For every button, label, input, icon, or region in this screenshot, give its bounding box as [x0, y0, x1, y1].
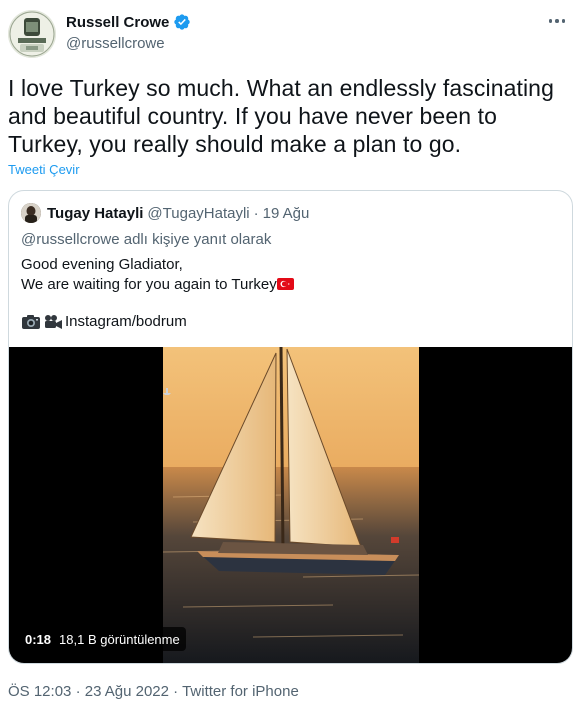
- instagram-handle-text: Instagram/bodrum: [65, 313, 187, 330]
- quote-text-line1: Good evening Gladiator,: [21, 256, 183, 273]
- camera-icon: [21, 314, 41, 330]
- quote-text: Good evening Gladiator, We are waiting f…: [21, 255, 294, 295]
- reply-context: @russellcrowe adlı kişiye yanıt olarak: [21, 231, 272, 248]
- video-views: 18,1 B görüntülenme: [59, 631, 180, 647]
- quote-author-avatar: [21, 203, 41, 223]
- video-player[interactable]: 0:18 18,1 B görüntülenme: [9, 347, 572, 663]
- tweet-header: Russell Crowe @russellcrowe: [0, 0, 578, 64]
- quoted-tweet[interactable]: Tugay Hatayli @TugayHatayli · 19 Ağu @ru…: [8, 190, 573, 664]
- author-display-name[interactable]: Russell Crowe: [66, 14, 169, 31]
- meta-separator: ·: [75, 683, 81, 700]
- tweet-source[interactable]: Twitter for iPhone: [182, 683, 299, 700]
- quote-instagram-line: Instagram/bodrum: [21, 313, 187, 330]
- translate-tweet-link[interactable]: Tweeti Çevir: [8, 162, 80, 177]
- turkey-flag-icon: [276, 276, 294, 290]
- quote-separator: ·: [253, 204, 259, 222]
- quote-date: 19 Ağu: [262, 204, 310, 222]
- distant-boat-icon: [163, 388, 171, 395]
- tweet-date[interactable]: 23 Ağu 2022: [85, 683, 169, 700]
- quote-author-name: Tugay Hatayli: [47, 204, 144, 222]
- author-avatar[interactable]: [8, 10, 56, 58]
- tweet-metadata: ÖS 12:03 · 23 Ağu 2022 · Twitter for iPh…: [8, 683, 299, 700]
- author-handle[interactable]: @russellcrowe: [66, 35, 165, 52]
- more-options-icon[interactable]: [546, 14, 568, 28]
- video-thumbnail[interactable]: [163, 347, 419, 663]
- tweet-time[interactable]: ÖS 12:03: [8, 683, 71, 700]
- quote-text-line2: We are waiting for you again to Turkey: [21, 276, 277, 293]
- tweet-text: I love Turkey so much. What an endlessly…: [8, 75, 554, 157]
- quote-author-handle: @TugayHatayli: [147, 204, 250, 222]
- meta-separator: ·: [173, 683, 179, 700]
- video-info-badge: 0:18 18,1 B görüntülenme: [19, 627, 186, 651]
- verified-badge-icon: [173, 13, 191, 31]
- movie-camera-icon: [43, 314, 63, 330]
- video-duration: 0:18: [25, 631, 52, 647]
